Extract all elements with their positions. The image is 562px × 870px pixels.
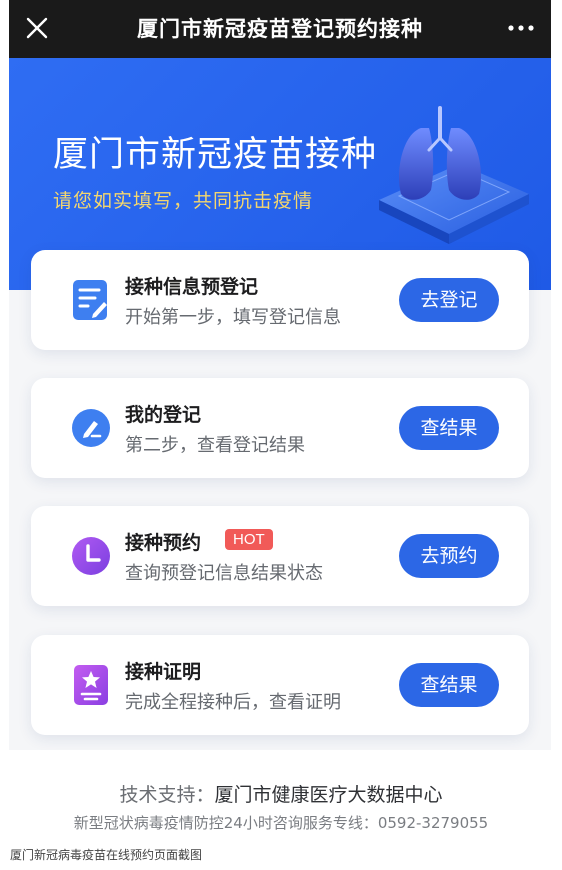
card-title: 接种预约 bbox=[125, 532, 202, 554]
card-appointment: 接种预约 HOT 查询预登记信息结果状态 去预约 bbox=[31, 506, 529, 606]
card-description: 完成全程接种后，查看证明 bbox=[125, 692, 341, 713]
card-my-registration: 我的登记 第二步，查看登记结果 查结果 bbox=[31, 378, 529, 478]
hero-subline: 请您如实填写，共同抗击疫情 bbox=[53, 190, 314, 212]
lung-illustration bbox=[379, 106, 529, 244]
card-title: 接种证明 bbox=[125, 661, 202, 683]
book-appointment-button[interactable]: 去预约 bbox=[399, 534, 499, 578]
card-description: 第二步，查看登记结果 bbox=[125, 435, 305, 456]
top-bar: 厦门市新冠疫苗登记预约接种 bbox=[9, 0, 551, 58]
support-label: 技术支持： bbox=[119, 784, 215, 806]
pen-circle-icon bbox=[72, 409, 110, 447]
form-edit-icon bbox=[73, 280, 107, 320]
card-pre-registration: 接种信息预登记 开始第一步，填写登记信息 去登记 bbox=[31, 250, 529, 350]
phone-screen: 厦门市新冠疫苗登记预约接种 厦门市新冠疫苗接种 请您如实填写，共同抗击疫情 接种… bbox=[9, 0, 551, 750]
register-button[interactable]: 去登记 bbox=[399, 278, 499, 322]
hotline-info: 新型冠状病毒疫情防控24小时咨询服务专线：0592-3279055 bbox=[73, 814, 489, 832]
more-dots-icon[interactable] bbox=[505, 14, 537, 42]
view-certificate-button[interactable]: 查结果 bbox=[399, 663, 499, 707]
clock-icon bbox=[72, 537, 110, 575]
screenshot-caption: 厦门新冠病毒疫苗在线预约页面截图 bbox=[10, 848, 203, 862]
tech-support: 技术支持：厦门市健康医疗大数据中心 bbox=[0, 780, 562, 807]
card-description: 开始第一步，填写登记信息 bbox=[125, 307, 341, 328]
hero-headline: 厦门市新冠疫苗接种 bbox=[53, 135, 378, 175]
card-title: 我的登记 bbox=[125, 404, 202, 426]
certificate-icon bbox=[74, 665, 108, 705]
hot-badge: HOT bbox=[225, 529, 273, 550]
close-icon[interactable] bbox=[23, 14, 51, 42]
card-description: 查询预登记信息结果状态 bbox=[125, 563, 323, 584]
support-organization: 厦门市健康医疗大数据中心 bbox=[214, 784, 443, 806]
page-title: 厦门市新冠疫苗登记预约接种 bbox=[137, 17, 423, 41]
card-title: 接种信息预登记 bbox=[125, 276, 259, 298]
check-result-button[interactable]: 查结果 bbox=[399, 406, 499, 450]
card-vaccination-certificate: 接种证明 完成全程接种后，查看证明 查结果 bbox=[31, 635, 529, 735]
